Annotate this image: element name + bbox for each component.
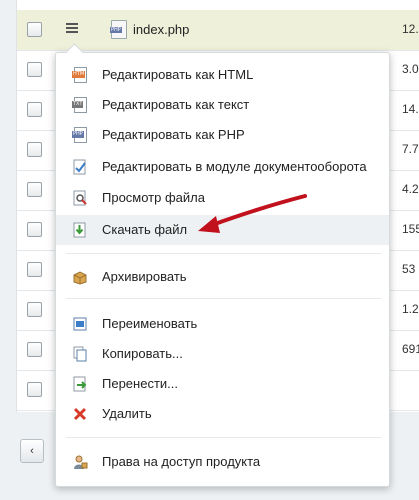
annotation-arrow-icon <box>198 194 307 233</box>
